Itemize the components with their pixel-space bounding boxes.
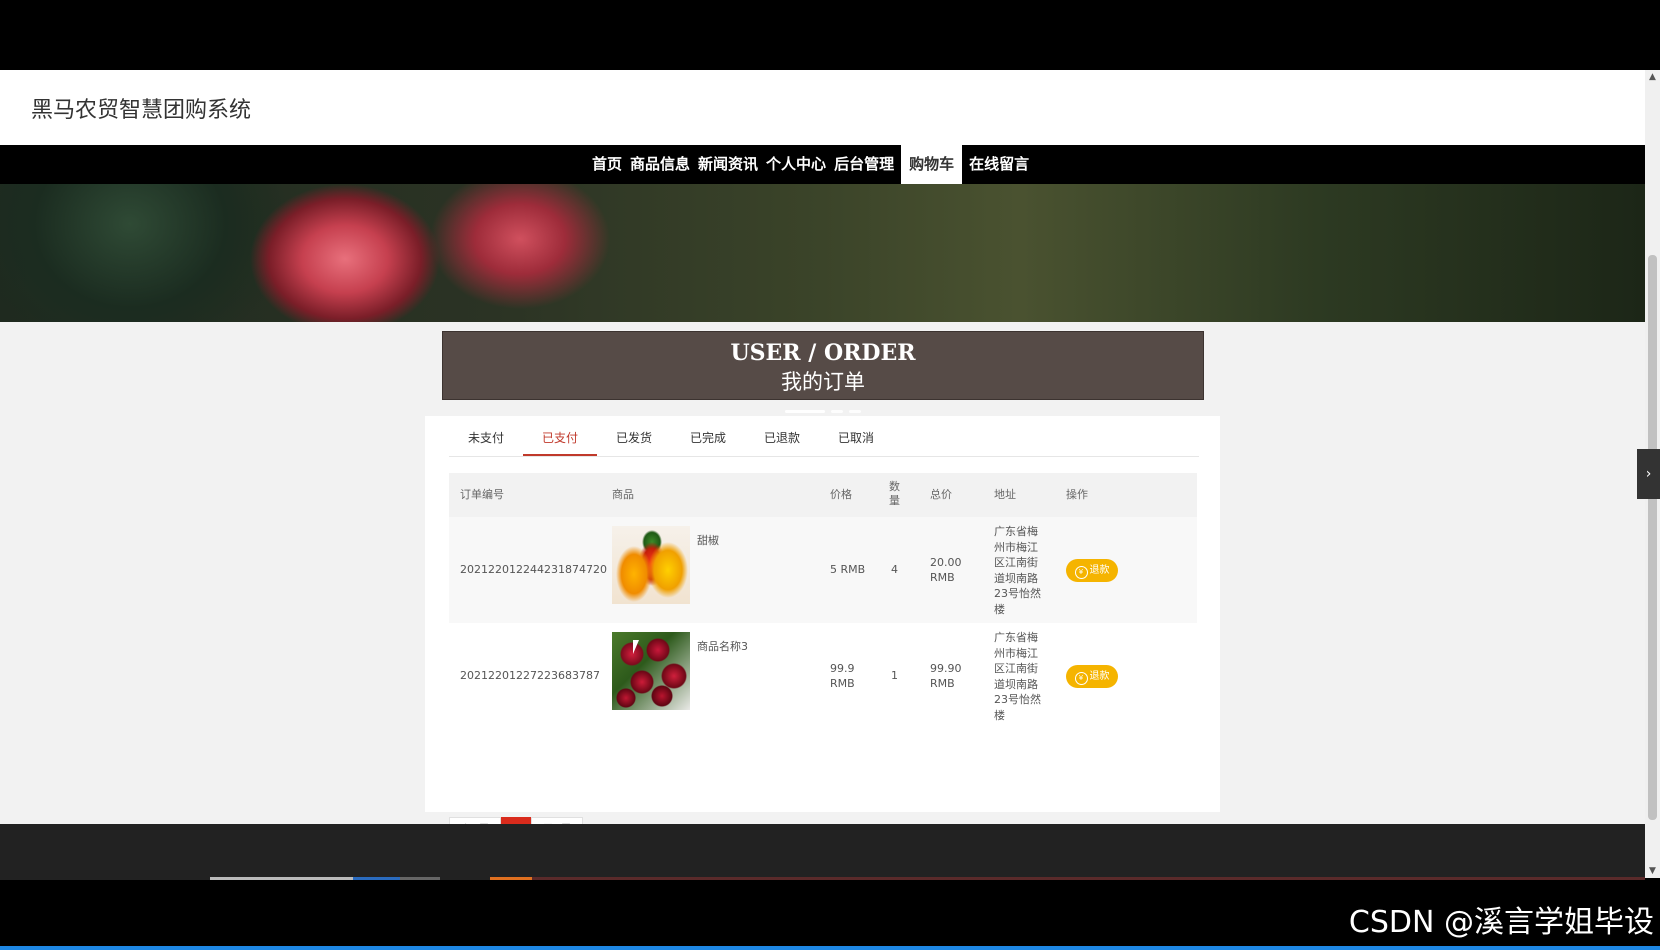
mouse-cursor-icon — [633, 640, 639, 654]
nav-messages[interactable]: 在线留言 — [965, 145, 1033, 184]
nav-profile[interactable]: 个人中心 — [762, 145, 830, 184]
browser-viewport: 黑马农贸智慧团购系统 首页 商品信息 新闻资讯 个人中心 后台管理 购物车 在线… — [0, 70, 1645, 878]
table-row: 20212201224423187472​0 甜椒 5 RMB 4 20.00 … — [449, 517, 1197, 623]
price-unit: RMB — [830, 677, 855, 690]
address-line: 广东省梅 — [994, 525, 1038, 538]
watermark: CSDN @溪言学姐毕设 — [1348, 905, 1654, 940]
site-header: 黑马农贸智慧团购系统 — [0, 70, 1645, 145]
page-title-en: USER / ORDER — [730, 340, 916, 366]
total-unit: RMB — [930, 571, 955, 584]
scroll-thumb[interactable] — [1648, 255, 1657, 820]
header-quantity-line2: 量 — [889, 494, 900, 507]
refund-label: 退款 — [1089, 671, 1110, 682]
address-line: 州市梅江 — [994, 646, 1038, 660]
address: 广东省梅 州市梅江 区江南街 道坝南路 23号怡然 楼 — [994, 630, 1041, 723]
nav-products[interactable]: 商品信息 — [626, 145, 694, 184]
scroll-down-icon[interactable]: ▼ — [1645, 864, 1660, 878]
address-line: 23号怡然 — [994, 693, 1041, 706]
main-nav: 首页 商品信息 新闻资讯 个人中心 后台管理 购物车 在线留言 — [0, 145, 1645, 184]
chevron-right-icon: › — [1645, 466, 1652, 482]
header-action: 操作 — [1066, 488, 1088, 501]
price: 5 RMB — [830, 563, 866, 576]
tab-paid[interactable]: 已支付 — [523, 416, 597, 456]
address-line: 道坝南路 — [994, 677, 1038, 691]
quantity: 4 — [891, 563, 898, 576]
address: 广东省梅 州市梅江 区江南街 道坝南路 23号怡然 楼 — [994, 524, 1041, 617]
refund-button[interactable]: ¥ 退款 — [1066, 665, 1118, 688]
price-value: 99.9 — [830, 662, 855, 675]
address-line: 区江南街 — [994, 556, 1038, 569]
header-address: 地址 — [994, 488, 1016, 501]
total-price: 99.90 RMB — [930, 661, 962, 691]
header-quantity-line1: 数 — [889, 480, 900, 493]
address-line: 楼 — [994, 602, 1005, 616]
header-product: 商品 — [612, 488, 634, 501]
total-price: 20.00 RMB — [930, 555, 962, 585]
total-value: 99.90 — [930, 662, 962, 675]
page-title: 我的订单 — [781, 370, 865, 394]
carousel-dot-2[interactable] — [831, 410, 843, 413]
order-panel: 未支付 已支付 已发货 已完成 已退款 已取消 订单编号 商品 价格 数 量 总… — [425, 416, 1220, 840]
nav-admin[interactable]: 后台管理 — [830, 145, 898, 184]
strip-segment — [532, 877, 1645, 880]
product-name[interactable]: 商品名称3 — [697, 638, 748, 654]
site-title: 黑马农贸智慧团购系统 — [31, 98, 252, 123]
tab-refunded[interactable]: 已退款 — [745, 416, 819, 456]
nav-home[interactable]: 首页 — [588, 145, 626, 184]
table-row: 20212201227223683787 商品名称3 99.9 RMB 1 99… — [449, 623, 1197, 729]
scroll-up-icon[interactable]: ▲ — [1645, 70, 1660, 84]
address-line: 区江南街 — [994, 662, 1038, 675]
nav-news[interactable]: 新闻资讯 — [694, 145, 762, 184]
nav-cart[interactable]: 购物车 — [901, 145, 963, 184]
header-order-no: 订单编号 — [460, 488, 504, 501]
address-line: 23号怡然 — [994, 587, 1041, 600]
site-footer — [0, 824, 1645, 878]
side-panel-toggle[interactable]: › — [1637, 449, 1660, 499]
address-line: 楼 — [994, 708, 1005, 722]
address-line: 广东省梅 — [994, 631, 1038, 644]
quantity: 1 — [891, 669, 898, 682]
product-name[interactable]: 甜椒 — [697, 532, 719, 548]
refund-button[interactable]: ¥ 退款 — [1066, 559, 1118, 582]
header-price: 价格 — [830, 488, 852, 501]
header-total: 总价 — [930, 488, 952, 501]
strip-segment — [490, 877, 532, 880]
yen-icon: ¥ — [1074, 566, 1088, 579]
refund-label: 退款 — [1089, 565, 1110, 576]
strip-segment — [400, 877, 440, 880]
tab-completed[interactable]: 已完成 — [671, 416, 745, 456]
order-number: 20212201224423187472​0 — [460, 563, 607, 576]
order-number: 20212201227223683787 — [460, 669, 600, 682]
address-line: 道坝南路 — [994, 571, 1038, 585]
order-status-tabs: 未支付 已支付 已发货 已完成 已退款 已取消 — [449, 416, 1199, 457]
strip-segment — [440, 877, 490, 880]
address-line: 州市梅江 — [994, 540, 1038, 554]
strip-segment — [353, 877, 400, 880]
taskbar-preview-strip — [0, 877, 1645, 880]
price: 99.9 RMB — [830, 661, 855, 691]
tab-shipped[interactable]: 已发货 — [597, 416, 671, 456]
tab-unpaid[interactable]: 未支付 — [449, 416, 523, 456]
carousel-dot-3[interactable] — [849, 410, 861, 413]
banner-carousel — [0, 184, 1645, 413]
total-unit: RMB — [930, 677, 955, 690]
tab-cancelled[interactable]: 已取消 — [819, 416, 893, 456]
carousel-dot-1[interactable] — [785, 410, 825, 413]
table-header: 订单编号 商品 价格 数 量 总价 地址 操作 — [449, 473, 1197, 517]
carousel-indicators — [785, 410, 861, 413]
strip-segment — [210, 877, 353, 880]
video-progress-bar[interactable] — [0, 946, 1660, 950]
product-image[interactable] — [612, 632, 690, 710]
yen-icon: ¥ — [1074, 672, 1088, 685]
strip-segment — [0, 877, 210, 880]
page-title-box: USER / ORDER 我的订单 — [442, 331, 1204, 400]
total-value: 20.00 — [930, 556, 962, 569]
product-image[interactable] — [612, 526, 690, 604]
